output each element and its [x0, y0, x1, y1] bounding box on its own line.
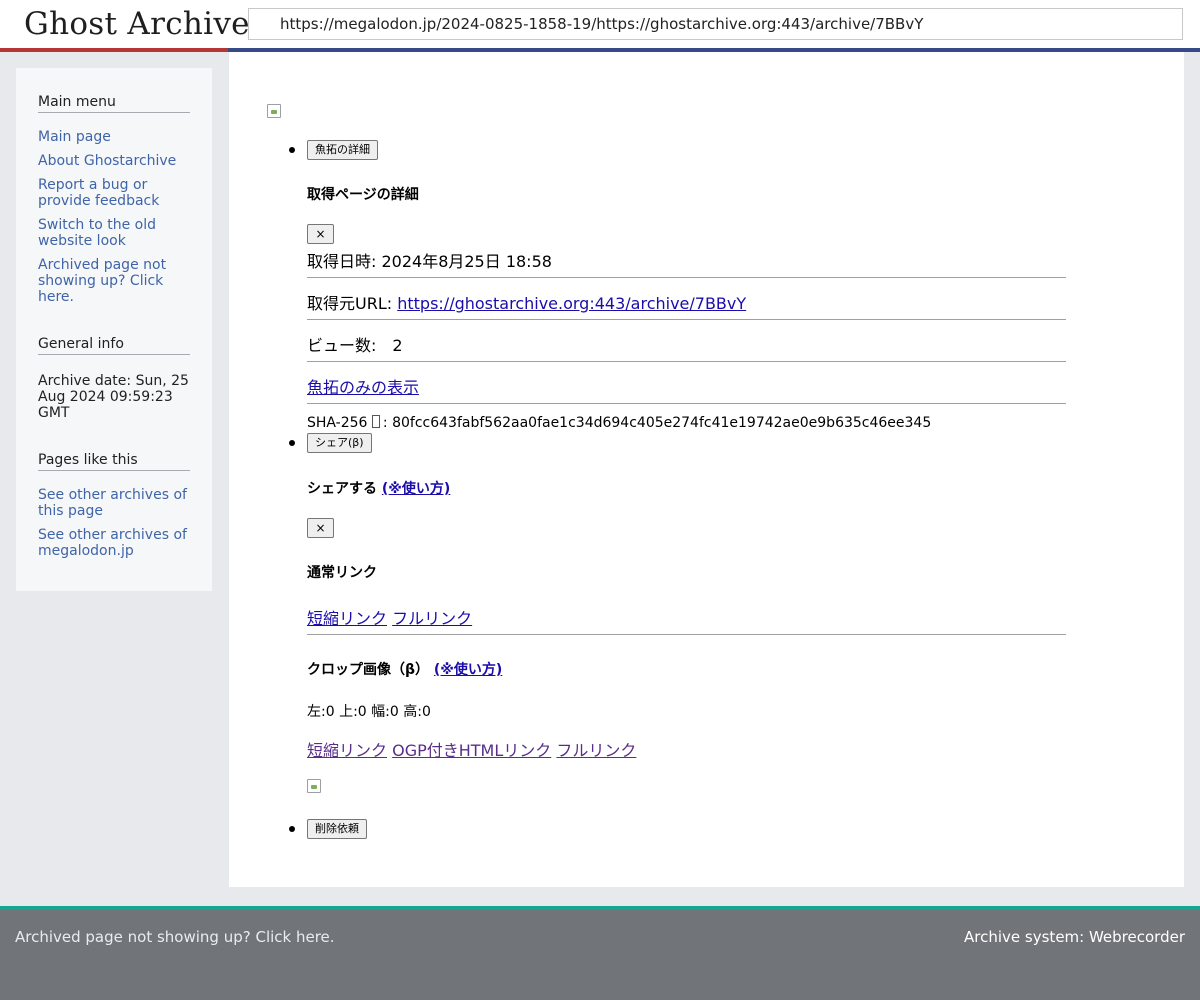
main-page-link[interactable]: Main page	[38, 129, 190, 145]
share-heading-row: シェアする (※使い方)	[307, 478, 450, 498]
pages-like-this-section: Pages like this See other archives of th…	[38, 452, 190, 559]
old-look-link[interactable]: Switch to the old website look	[38, 217, 190, 249]
copy-icon[interactable]	[371, 415, 380, 428]
details-heading: 取得ページの詳細	[307, 187, 419, 203]
broken-image-icon	[267, 104, 281, 118]
view-count: ビュー数: 2	[307, 336, 403, 355]
broken-image-icon	[307, 779, 321, 793]
divider	[307, 319, 1066, 320]
main-menu-heading: Main menu	[38, 94, 190, 113]
crop-values: 左:0 上:0 幅:0 高:0	[307, 704, 431, 720]
pages-like-this-heading: Pages like this	[38, 452, 190, 471]
crop-heading: クロップ画像（β）	[307, 662, 430, 678]
main-content	[229, 52, 1184, 887]
general-info-section: General info Archive date: Sun, 25 Aug 2…	[38, 336, 190, 421]
close-details-button[interactable]: ×	[307, 224, 334, 244]
list-bullet	[289, 826, 295, 832]
short-link[interactable]: 短縮リンク	[307, 609, 387, 628]
delete-request-button[interactable]: 削除依頼	[307, 819, 367, 839]
divider	[307, 361, 1066, 362]
other-archives-page-link[interactable]: See other archives of this page	[38, 487, 190, 519]
source-url-row: 取得元URL: https://ghostarchive.org:443/arc…	[307, 290, 746, 314]
source-url-label: 取得元URL:	[307, 294, 398, 313]
crop-heading-row: クロップ画像（β） (※使い方)	[307, 659, 502, 679]
sidebar: Main menu Main page About Ghostarchive R…	[16, 68, 212, 591]
footer-not-showing-link[interactable]: Archived page not showing up? Click here…	[15, 928, 335, 946]
divider	[307, 277, 1066, 278]
crop-full-link[interactable]: フルリンク	[556, 741, 636, 760]
gyotaku-only-row: 魚拓のみの表示	[307, 374, 419, 398]
archive-date: Archive date: Sun, 25 Aug 2024 09:59:23 …	[38, 373, 189, 421]
site-logo[interactable]: Ghost Archive	[24, 6, 250, 42]
footer-archive-system: Archive system: Webrecorder	[964, 928, 1185, 946]
normal-links-row: 短縮リンク フルリンク	[307, 605, 472, 629]
close-share-button[interactable]: ×	[307, 518, 334, 538]
sha-row: SHA-256 : 80fcc643fabf562aa0fae1c34d694c…	[307, 415, 931, 431]
full-link[interactable]: フルリンク	[392, 609, 472, 628]
header: Ghost Archive https://megalodon.jp/2024-…	[0, 0, 1200, 52]
source-url-link[interactable]: https://ghostarchive.org:443/archive/7BB…	[397, 294, 746, 313]
share-button[interactable]: シェア(β)	[307, 433, 372, 453]
capture-date: 取得日時: 2024年8月25日 18:58	[307, 252, 552, 271]
details-button[interactable]: 魚拓の詳細	[307, 140, 378, 160]
main-menu-section: Main menu Main page About Ghostarchive R…	[38, 94, 190, 305]
footer: Archived page not showing up? Click here…	[0, 910, 1200, 1000]
crop-short-link[interactable]: 短縮リンク	[307, 741, 387, 760]
share-howto-link[interactable]: (※使い方)	[382, 481, 450, 497]
normal-link-heading: 通常リンク	[307, 565, 377, 581]
divider	[307, 634, 1066, 635]
share-heading: シェアする	[307, 481, 377, 497]
about-link[interactable]: About Ghostarchive	[38, 153, 190, 169]
general-info-heading: General info	[38, 336, 190, 355]
crop-links-row: 短縮リンク OGP付きHTMLリンク フルリンク	[307, 737, 636, 761]
archived-url-field[interactable]: https://megalodon.jp/2024-0825-1858-19/h…	[248, 8, 1183, 40]
list-bullet	[289, 147, 295, 153]
report-bug-link[interactable]: Report a bug or provide feedback	[38, 177, 190, 209]
other-archives-domain-link[interactable]: See other archives of megalodon.jp	[38, 527, 190, 559]
crop-howto-link[interactable]: (※使い方)	[434, 662, 502, 678]
sha-separator: :	[382, 415, 393, 431]
list-bullet	[289, 440, 295, 446]
not-showing-link[interactable]: Archived page not showing up? Click here…	[38, 257, 190, 305]
sha-value: 80fcc643fabf562aa0fae1c34d694c405e274fc4…	[392, 415, 932, 431]
ogp-html-link[interactable]: OGP付きHTMLリンク	[392, 741, 551, 760]
header-stripe-red	[0, 48, 228, 52]
divider	[307, 403, 1066, 404]
sha-label: SHA-256	[307, 415, 372, 431]
gyotaku-only-link[interactable]: 魚拓のみの表示	[307, 378, 419, 397]
